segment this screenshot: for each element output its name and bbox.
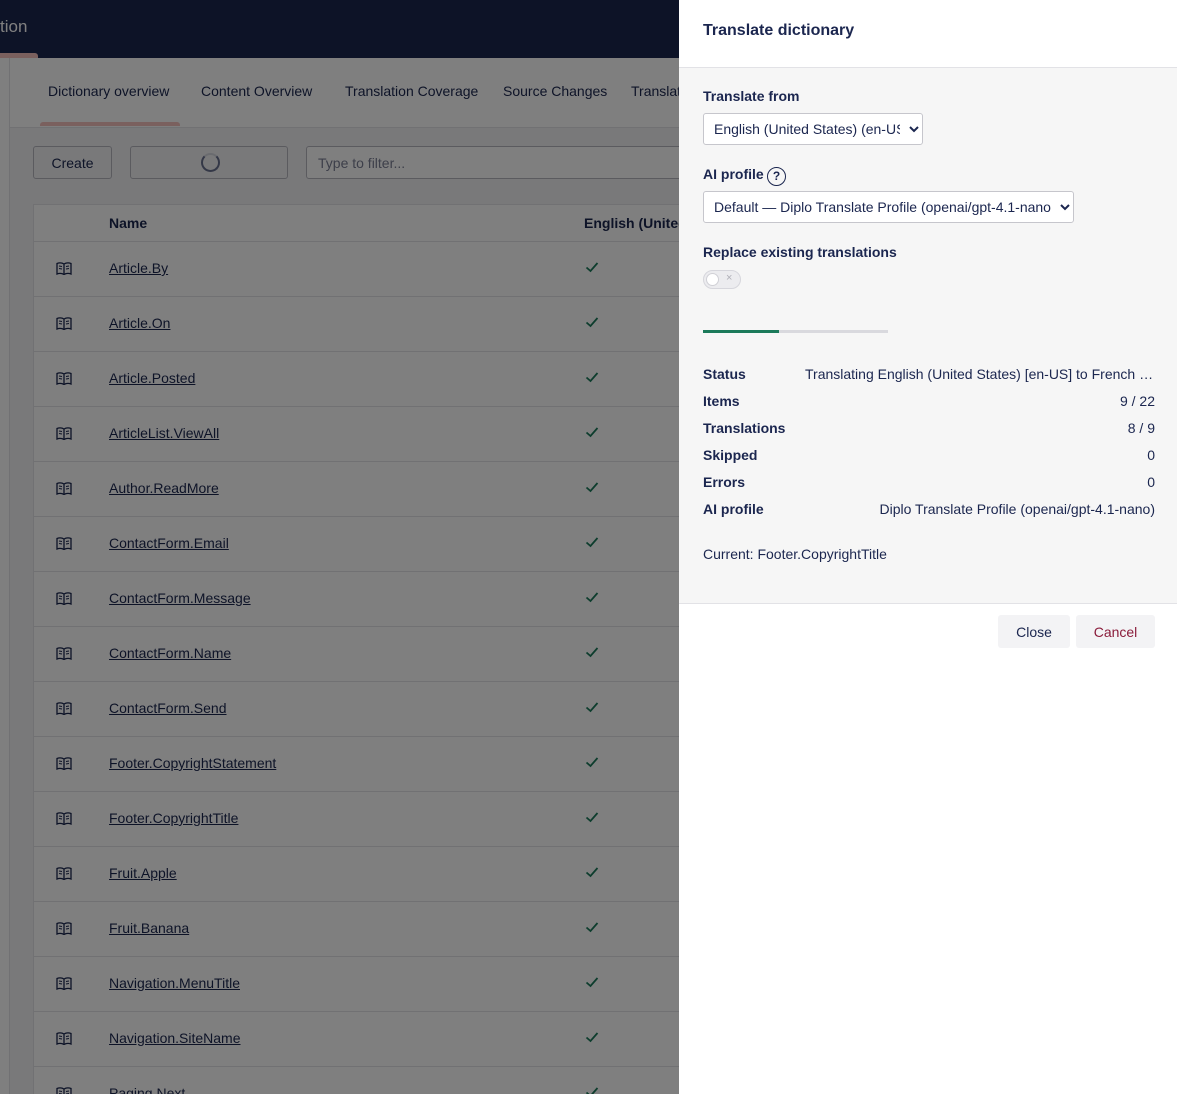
panel-header: Translate dictionary xyxy=(679,0,1177,68)
stat-status-value: Translating English (United States) [en-… xyxy=(805,366,1155,382)
panel-body: Translate from English (United States) (… xyxy=(679,68,1177,604)
toggle-knob xyxy=(706,273,719,286)
translate-from-label: Translate from xyxy=(703,88,800,104)
stat-ai-profile: AI profile Diplo Translate Profile (open… xyxy=(703,501,1155,521)
stat-skipped-label: Skipped xyxy=(703,447,758,463)
stat-skipped-value: 0 xyxy=(1147,447,1155,463)
stat-errors-value: 0 xyxy=(1147,474,1155,490)
ai-profile-label: AI profile xyxy=(703,166,764,182)
stat-ai-profile-label: AI profile xyxy=(703,501,764,517)
cancel-button[interactable]: Cancel xyxy=(1076,615,1155,648)
stat-items-label: Items xyxy=(703,393,740,409)
help-icon[interactable]: ? xyxy=(767,167,786,186)
stat-translations: Translations 8 / 9 xyxy=(703,420,1155,440)
replace-existing-toggle[interactable]: × xyxy=(703,270,741,289)
stat-errors: Errors 0 xyxy=(703,474,1155,494)
close-button[interactable]: Close xyxy=(998,615,1070,648)
stat-items: Items 9 / 22 xyxy=(703,393,1155,413)
stat-skipped: Skipped 0 xyxy=(703,447,1155,467)
stat-status: Status Translating English (United State… xyxy=(703,366,1155,386)
stat-status-label: Status xyxy=(703,366,746,382)
progress-fill xyxy=(703,330,779,333)
replace-existing-label: Replace existing translations xyxy=(703,244,897,260)
translation-progress-bar xyxy=(703,330,888,333)
toggle-off-icon: × xyxy=(726,272,733,284)
stat-translations-value: 8 / 9 xyxy=(1127,420,1155,436)
ai-profile-select[interactable]: Default — Diplo Translate Profile (opena… xyxy=(703,191,1074,223)
current-item-text: Current: Footer.CopyrightTitle xyxy=(703,546,887,562)
translate-dictionary-panel: Translate dictionary Translate from Engl… xyxy=(679,0,1177,1094)
stat-items-value: 9 / 22 xyxy=(1119,393,1155,409)
stat-translations-label: Translations xyxy=(703,420,786,436)
panel-title: Translate dictionary xyxy=(703,22,855,39)
translate-from-select[interactable]: English (United States) (en-US) xyxy=(703,113,923,145)
modal-backdrop[interactable] xyxy=(0,0,679,1094)
stat-ai-profile-value: Diplo Translate Profile (openai/gpt-4.1-… xyxy=(879,501,1156,517)
stat-errors-label: Errors xyxy=(703,474,746,490)
